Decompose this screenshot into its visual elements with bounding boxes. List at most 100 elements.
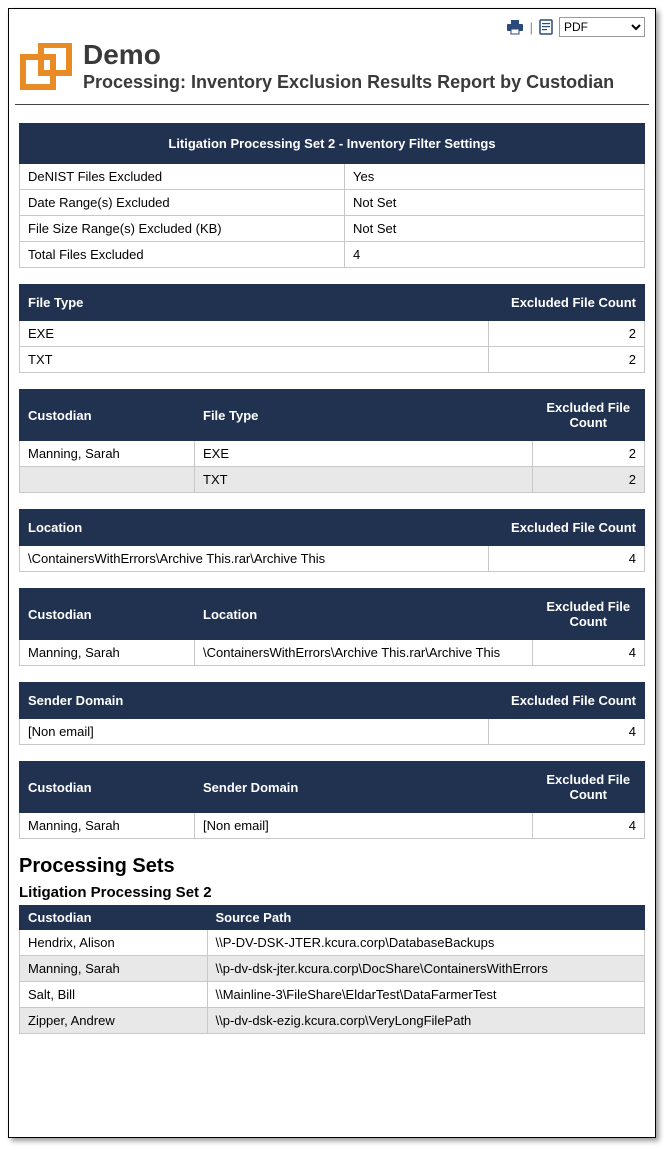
- settings-table: Litigation Processing Set 2 - Inventory …: [19, 123, 645, 268]
- toolbar: | PDF: [15, 15, 649, 41]
- separator: |: [530, 20, 533, 35]
- table-row: TXT 2: [20, 467, 645, 493]
- table-row: TXT 2: [20, 347, 645, 373]
- col-custodian: Custodian: [20, 390, 195, 441]
- custodian-filetype-body: Manning, Sarah EXE 2 TXT 2: [20, 441, 645, 493]
- setting-value: Not Set: [345, 190, 645, 216]
- c1: Hendrix, Alison: [20, 930, 208, 956]
- c1: [20, 467, 195, 493]
- report-container: | PDF Demo Processing: Inventory Exclusi…: [8, 8, 656, 1138]
- c1: EXE: [20, 321, 489, 347]
- settings-banner: Litigation Processing Set 2 - Inventory …: [20, 124, 645, 164]
- table-row: [Non email] 4: [20, 719, 645, 745]
- custodian-location-table: Custodian Location Excluded File Count M…: [19, 588, 645, 666]
- col-file-type: File Type: [195, 390, 533, 441]
- table-row: Zipper, Andrew \\p-dv-dsk-ezig.kcura.cor…: [20, 1008, 645, 1034]
- col-count: Excluded File Count: [488, 510, 644, 546]
- col-location: Location: [20, 510, 489, 546]
- col-custodian: Custodian: [20, 906, 208, 930]
- table-row: EXE 2: [20, 321, 645, 347]
- custodian-sender-body: Manning, Sarah [Non email] 4: [20, 813, 645, 839]
- col-count: Excluded File Count: [532, 589, 645, 640]
- c1: Manning, Sarah: [20, 956, 208, 982]
- setting-value: 4: [345, 242, 645, 268]
- col-file-type: File Type: [20, 285, 489, 321]
- col-source-path: Source Path: [207, 906, 645, 930]
- export-format-select[interactable]: PDF: [559, 17, 645, 37]
- file-type-body: EXE 2 TXT 2: [20, 321, 645, 373]
- c3: 2: [532, 441, 645, 467]
- c2: \\Mainline-3\FileShare\EldarTest\DataFar…: [207, 982, 645, 1008]
- col-sender: Sender Domain: [195, 762, 533, 813]
- logo: [19, 43, 75, 98]
- col-count: Excluded File Count: [488, 683, 644, 719]
- print-button[interactable]: [506, 19, 524, 35]
- c3: 4: [532, 813, 645, 839]
- table-row: Manning, Sarah EXE 2: [20, 441, 645, 467]
- setting-label: File Size Range(s) Excluded (KB): [20, 216, 345, 242]
- c1: Zipper, Andrew: [20, 1008, 208, 1034]
- c2: \ContainersWithErrors\Archive This.rar\A…: [195, 640, 533, 666]
- c2: 4: [488, 719, 644, 745]
- c2: \\P-DV-DSK-JTER.kcura.corp\DatabaseBacku…: [207, 930, 645, 956]
- processing-sets-subheading: Litigation Processing Set 2: [19, 884, 645, 901]
- col-location: Location: [195, 589, 533, 640]
- col-custodian: Custodian: [20, 589, 195, 640]
- table-row: DeNIST Files Excluded Yes: [20, 164, 645, 190]
- settings-body: DeNIST Files Excluded Yes Date Range(s) …: [20, 164, 645, 268]
- c2: 2: [488, 321, 644, 347]
- col-custodian: Custodian: [20, 762, 195, 813]
- processing-sets-heading: Processing Sets: [19, 855, 645, 878]
- title-main: Demo: [83, 41, 614, 69]
- setting-value: Not Set: [345, 216, 645, 242]
- c1: \ContainersWithErrors\Archive This.rar\A…: [20, 546, 489, 572]
- printer-icon: [506, 19, 524, 35]
- setting-label: Date Range(s) Excluded: [20, 190, 345, 216]
- content: Litigation Processing Set 2 - Inventory …: [15, 123, 649, 1034]
- table-row: Date Range(s) Excluded Not Set: [20, 190, 645, 216]
- table-row: File Size Range(s) Excluded (KB) Not Set: [20, 216, 645, 242]
- c2: \\p-dv-dsk-ezig.kcura.corp\VeryLongFileP…: [207, 1008, 645, 1034]
- c1: TXT: [20, 347, 489, 373]
- title-sub: Processing: Inventory Exclusion Results …: [83, 71, 614, 94]
- c2: [Non email]: [195, 813, 533, 839]
- c3: 2: [532, 467, 645, 493]
- c1: [Non email]: [20, 719, 489, 745]
- location-body: \ContainersWithErrors\Archive This.rar\A…: [20, 546, 645, 572]
- col-sender: Sender Domain: [20, 683, 489, 719]
- table-row: \ContainersWithErrors\Archive This.rar\A…: [20, 546, 645, 572]
- c1: Manning, Sarah: [20, 640, 195, 666]
- c1: Manning, Sarah: [20, 441, 195, 467]
- col-count: Excluded File Count: [532, 390, 645, 441]
- custodian-location-body: Manning, Sarah \ContainersWithErrors\Arc…: [20, 640, 645, 666]
- logo-icon: [19, 43, 75, 95]
- c2: 4: [488, 546, 644, 572]
- col-count: Excluded File Count: [532, 762, 645, 813]
- c1: Salt, Bill: [20, 982, 208, 1008]
- col-count: Excluded File Count: [488, 285, 644, 321]
- custodian-filetype-table: Custodian File Type Excluded File Count …: [19, 389, 645, 493]
- sender-domain-table: Sender Domain Excluded File Count [Non e…: [19, 682, 645, 745]
- file-type-table: File Type Excluded File Count EXE 2 TXT …: [19, 284, 645, 373]
- setting-label: DeNIST Files Excluded: [20, 164, 345, 190]
- c1: Manning, Sarah: [20, 813, 195, 839]
- processing-sets-body: Hendrix, Alison \\P-DV-DSK-JTER.kcura.co…: [20, 930, 645, 1034]
- report-header: Demo Processing: Inventory Exclusion Res…: [15, 41, 649, 105]
- table-row: Manning, Sarah \ContainersWithErrors\Arc…: [20, 640, 645, 666]
- location-table: Location Excluded File Count \Containers…: [19, 509, 645, 572]
- c2: 2: [488, 347, 644, 373]
- page-icon: [539, 19, 553, 35]
- title-block: Demo Processing: Inventory Exclusion Res…: [83, 41, 614, 94]
- page-view-button[interactable]: [539, 19, 553, 35]
- c2: TXT: [195, 467, 533, 493]
- c2: \\p-dv-dsk-jter.kcura.corp\DocShare\Cont…: [207, 956, 645, 982]
- custodian-sender-table: Custodian Sender Domain Excluded File Co…: [19, 761, 645, 839]
- table-row: Salt, Bill \\Mainline-3\FileShare\EldarT…: [20, 982, 645, 1008]
- setting-value: Yes: [345, 164, 645, 190]
- c2: EXE: [195, 441, 533, 467]
- table-row: Manning, Sarah [Non email] 4: [20, 813, 645, 839]
- table-row: Hendrix, Alison \\P-DV-DSK-JTER.kcura.co…: [20, 930, 645, 956]
- table-row: Manning, Sarah \\p-dv-dsk-jter.kcura.cor…: [20, 956, 645, 982]
- processing-sets-table: Custodian Source Path Hendrix, Alison \\…: [19, 905, 645, 1034]
- sender-domain-body: [Non email] 4: [20, 719, 645, 745]
